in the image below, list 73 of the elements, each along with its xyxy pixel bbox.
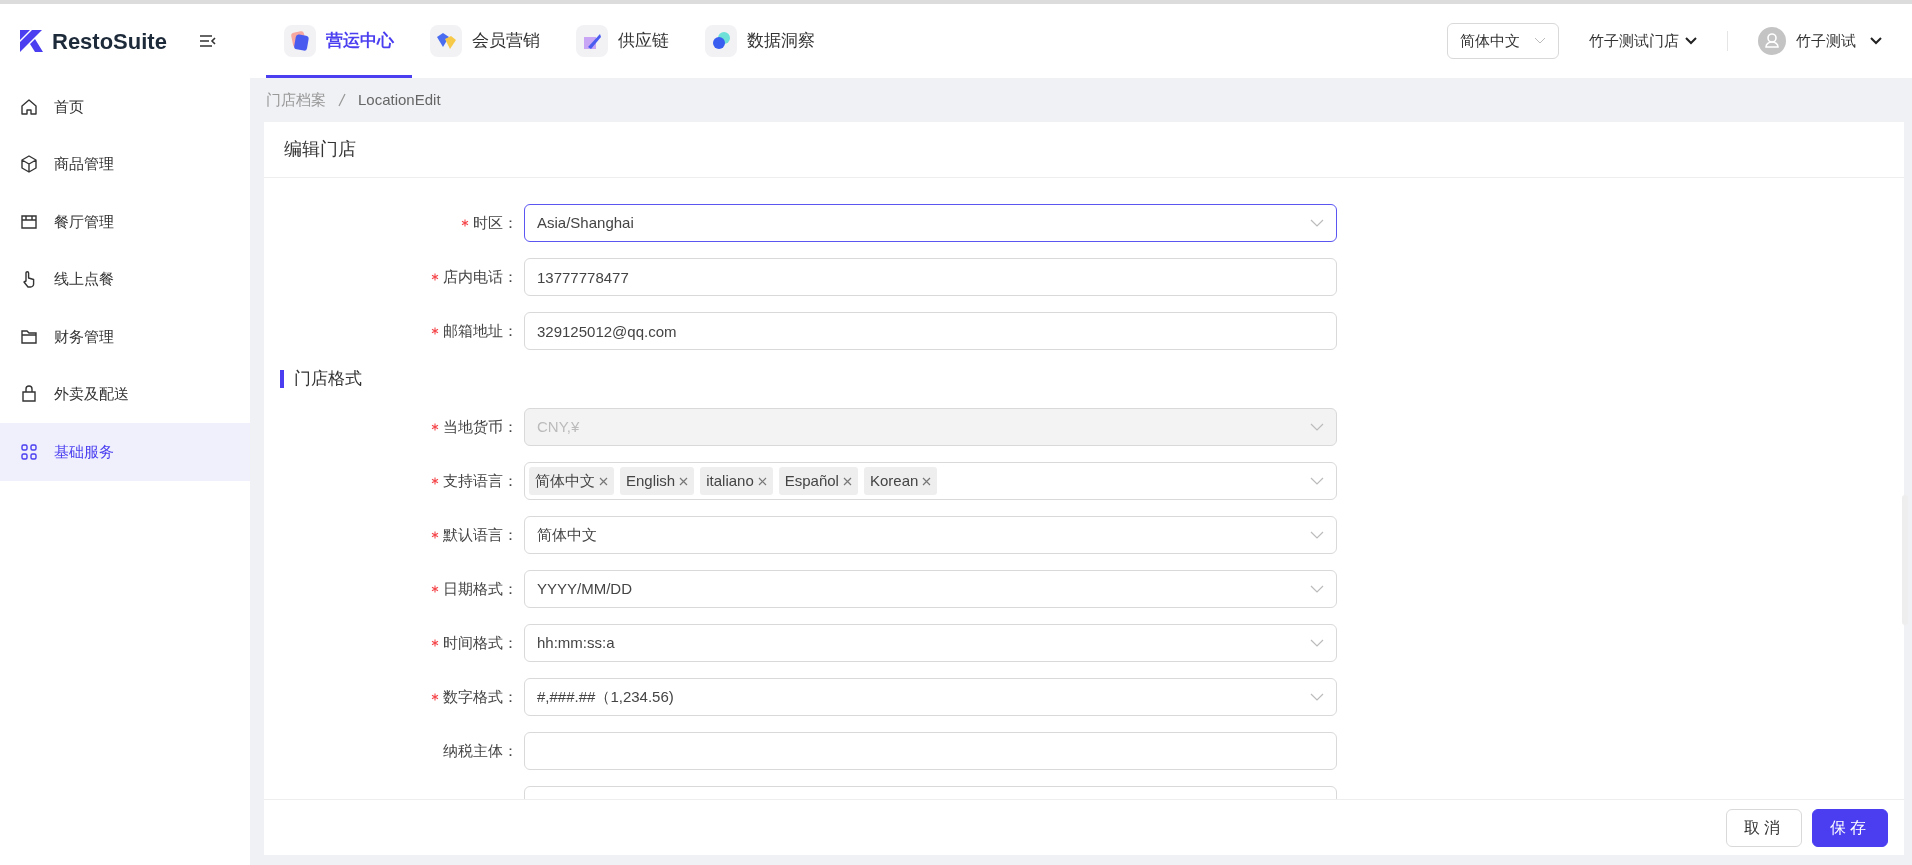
store-icon <box>20 212 38 231</box>
nav-tab[interactable]: 会员营销 <box>412 4 558 78</box>
tag: Español <box>778 466 858 496</box>
field-label: 数字格式： <box>443 687 518 705</box>
menu-collapse-icon[interactable] <box>198 34 217 48</box>
sidebar-item[interactable]: 外卖及配送 <box>0 365 250 423</box>
chevron-down-icon <box>1310 531 1324 539</box>
field-label: 店内电话： <box>443 267 518 285</box>
field-label: 邮箱地址： <box>443 321 518 339</box>
field-label: 时区： <box>473 213 518 231</box>
input-field[interactable]: 329125012@qq.com <box>524 312 1337 350</box>
sidebar-item[interactable]: 财务管理 <box>0 308 250 366</box>
input-field[interactable] <box>524 732 1337 770</box>
tag: English <box>620 466 695 496</box>
language-select[interactable]: 简体中文 <box>1447 22 1559 60</box>
chevron-down-icon <box>1310 639 1324 647</box>
close-icon[interactable] <box>842 476 852 486</box>
select-field[interactable]: Asia/Shanghai <box>524 204 1337 242</box>
sidebar-item[interactable]: 餐厅管理 <box>0 193 250 251</box>
breadcrumb-separator-icon <box>338 93 346 107</box>
select-field[interactable]: #,###.##（1,234.56) <box>524 678 1337 716</box>
field-label: 时间格式： <box>443 633 518 651</box>
field-label: 日期格式： <box>443 579 518 597</box>
sidebar-item[interactable]: 商品管理 <box>0 135 250 193</box>
select-field[interactable]: 简体中文 <box>524 516 1337 554</box>
sidebar-item[interactable]: 首页 <box>0 78 250 136</box>
chevron-down-icon <box>1310 219 1324 227</box>
avatar-icon <box>1758 27 1786 55</box>
sidebar-item[interactable]: 基础服务 <box>0 423 250 481</box>
chevron-down-icon <box>1310 477 1324 485</box>
folder-icon <box>20 327 38 346</box>
shopping-bag-icon <box>20 385 38 404</box>
field-label: 当地货币： <box>443 417 518 435</box>
chevron-down-icon <box>1310 693 1324 701</box>
field-label: 纳税主体： <box>443 741 518 759</box>
cancel-button[interactable]: 取消 <box>1726 808 1802 847</box>
sidebar-item[interactable]: 线上点餐 <box>0 250 250 308</box>
select-field[interactable]: hh:mm:ss:a <box>524 624 1337 662</box>
nav-tab[interactable]: 供应链 <box>558 4 687 78</box>
user-menu[interactable]: 竹子测试 <box>1752 26 1888 56</box>
logo-text: RestoSuite <box>52 27 167 56</box>
app-icon <box>284 25 316 57</box>
close-icon[interactable] <box>599 476 608 486</box>
app-icon <box>430 25 462 57</box>
multi-select-field[interactable]: 简体中文 English italiano Español Korean <box>524 462 1337 500</box>
tag: italiano <box>700 466 773 496</box>
chevron-down-icon <box>1310 585 1324 593</box>
breadcrumb-current: LocationEdit <box>358 89 441 110</box>
chevron-down-icon <box>1310 423 1324 431</box>
input-field[interactable]: 13777778477 <box>524 258 1337 296</box>
grid-icon <box>20 442 38 461</box>
tag: 简体中文 <box>529 466 614 496</box>
store-menu[interactable]: 竹子测试门店 <box>1583 28 1703 54</box>
cube-icon <box>20 155 38 174</box>
section-title: 门店格式 <box>280 370 362 388</box>
field-label: 支持语言： <box>443 471 518 489</box>
chevron-down-icon <box>1685 37 1697 45</box>
close-icon[interactable] <box>679 476 689 486</box>
close-icon[interactable] <box>922 476 932 486</box>
chevron-down-icon <box>1870 37 1882 45</box>
select-field[interactable]: YYYY/MM/DD <box>524 570 1337 608</box>
chevron-down-icon <box>1534 37 1546 45</box>
card-title: 编辑门店 <box>264 122 1904 178</box>
house-icon <box>20 97 38 116</box>
app-icon <box>576 25 608 57</box>
logo-icon <box>18 28 44 54</box>
app-icon <box>705 25 737 57</box>
save-button[interactable]: 保存 <box>1812 808 1888 847</box>
tag: Korean <box>863 466 938 496</box>
nav-tab[interactable]: 数据洞察 <box>687 4 833 78</box>
nav-tab[interactable]: 营运中心 <box>266 4 412 78</box>
close-icon[interactable] <box>757 476 767 486</box>
field-label: 默认语言： <box>443 525 518 543</box>
